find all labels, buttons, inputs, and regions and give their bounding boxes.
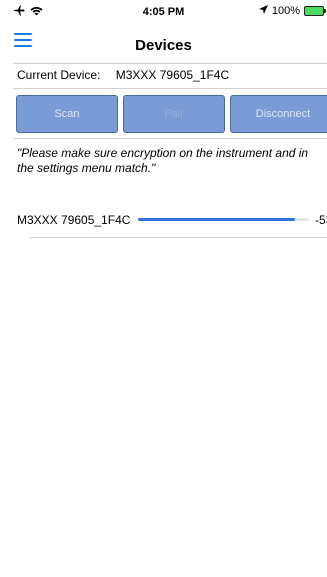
- pair-button[interactable]: Pair: [123, 95, 225, 133]
- divider: [13, 138, 327, 139]
- battery-charging-icon: [304, 6, 326, 16]
- navigation-bar: Devices: [0, 22, 327, 66]
- device-name: M3XXX 79605_1F4C: [17, 213, 131, 227]
- signal-strength-bar: [138, 218, 309, 221]
- current-device: Current Device: M3XXX 79605_1F4C: [17, 68, 229, 82]
- status-bar: 4:05 PM 100%: [0, 0, 327, 22]
- action-buttons: Scan Pair Disconnect: [16, 95, 327, 133]
- signal-strength-fill: [138, 218, 296, 221]
- scan-button[interactable]: Scan: [16, 95, 118, 133]
- location-arrow-icon: [258, 5, 268, 17]
- disconnect-button[interactable]: Disconnect: [230, 95, 327, 133]
- page-title: Devices: [135, 37, 192, 54]
- divider: [30, 237, 327, 238]
- battery-percent: 100%: [271, 5, 300, 17]
- divider: [13, 88, 327, 89]
- devices-screen: 4:05 PM 100% Devices Current Device: M3X…: [0, 0, 327, 577]
- current-device-value: M3XXX 79605_1F4C: [115, 68, 230, 82]
- status-right: 100%: [258, 5, 326, 17]
- encryption-note: "Please make sure encryption on the inst…: [17, 146, 309, 175]
- divider: [13, 63, 327, 64]
- list-item[interactable]: M3XXX 79605_1F4C -53: [17, 211, 327, 229]
- rssi-value: -53: [315, 213, 327, 227]
- current-device-label: Current Device:: [17, 68, 101, 82]
